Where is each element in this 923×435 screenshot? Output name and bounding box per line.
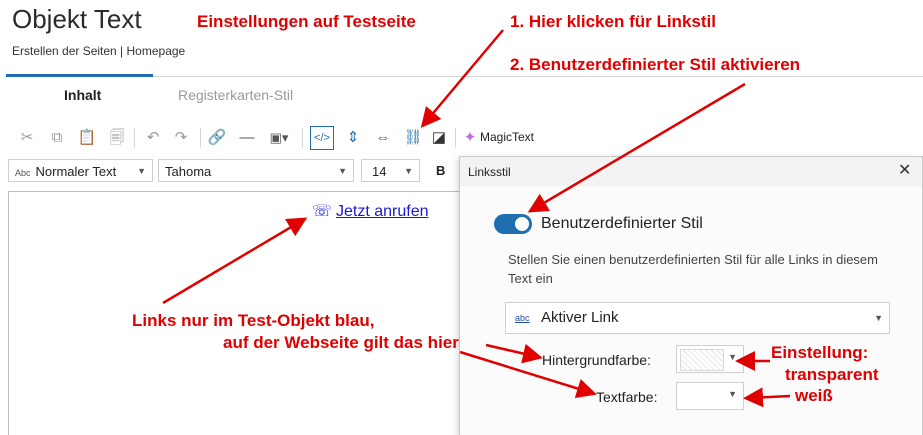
- annotation-setting-line2: transparent: [785, 365, 879, 384]
- arrow-to-text-picker: [743, 387, 791, 408]
- annotation-setting-line1: Einstellung:: [771, 343, 869, 362]
- arrow-to-link: [162, 217, 308, 305]
- arrow-to-text-color-label: [459, 350, 597, 399]
- arrow-to-link-style: [420, 29, 504, 128]
- annotation-links-line1: Links nur im Test-Objekt blau,: [132, 311, 375, 330]
- annotation-step2: 2. Benutzerdefinierter Stil aktivieren: [510, 55, 801, 74]
- annotation-settings: Einstellungen auf Testseite: [197, 12, 416, 31]
- annotation-step1: 1. Hier klicken für Linkstil: [510, 12, 716, 31]
- annotation-setting-line3: weiß: [795, 386, 833, 405]
- arrow-to-background-label: [485, 343, 543, 364]
- arrow-to-toggle: [527, 82, 746, 213]
- annotation-links-line2: auf der Webseite gilt das hier: [223, 333, 459, 352]
